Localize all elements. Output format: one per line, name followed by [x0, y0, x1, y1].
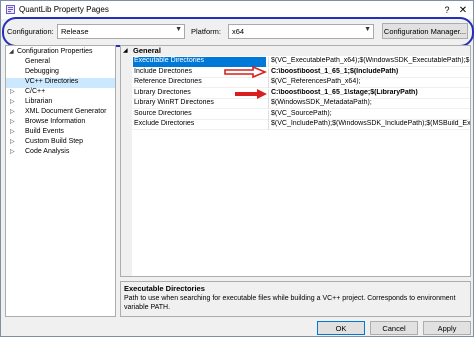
chevron-down-icon: ▼	[364, 26, 371, 33]
property-row[interactable]: Include Directories C:\boost\boost_1_65_1…	[121, 67, 470, 78]
help-icon[interactable]: ?	[439, 1, 455, 19]
configuration-bar: Configuration: Release ▼ Platform: x64 ▼…	[5, 22, 471, 42]
property-value[interactable]: C:\boost\boost_1_65_1;$(IncludePath)	[268, 67, 470, 78]
window-title: QuantLib Property Pages	[19, 5, 109, 14]
description-panel: Executable Directories Path to use when …	[120, 281, 471, 317]
tree-item-build-events[interactable]: ▷ Build Events	[6, 128, 115, 138]
property-name: Include Directories	[134, 67, 192, 75]
tree-item-label: Librarian	[25, 98, 53, 105]
tree-item-label: General	[25, 58, 50, 65]
expand-icon[interactable]: ▷	[10, 98, 15, 105]
tree-item-label: C/C++	[25, 88, 46, 95]
close-icon[interactable]: ✕	[455, 1, 471, 19]
configuration-manager-button[interactable]: Configuration Manager...	[382, 23, 468, 39]
property-value[interactable]: $(VC_SourcePath);	[268, 109, 470, 120]
platform-value: x64	[232, 27, 245, 36]
platform-dropdown[interactable]: x64 ▼	[228, 24, 374, 39]
tree-item-configuration-properties[interactable]: ◢ Configuration Properties	[6, 48, 115, 58]
tree-item-browse-information[interactable]: ▷ Browse Information	[6, 118, 115, 128]
property-row[interactable]: Exclude Directories $(VC_IncludePath);$(W…	[121, 120, 470, 130]
tree-item-label: XML Document Generator	[25, 108, 107, 115]
chevron-down-icon: ▼	[175, 26, 182, 33]
description-text: Path to use when searching for executabl…	[124, 295, 456, 311]
description-title: Executable Directories	[124, 284, 205, 293]
expand-icon[interactable]: ▷	[10, 108, 15, 115]
tree-item-vc-directories[interactable]: VC++ Directories	[6, 78, 115, 88]
property-row[interactable]: Library WinRT Directories $(WindowsSDK_Me…	[121, 99, 470, 109]
collapse-icon[interactable]: ◢	[123, 47, 128, 54]
category-header[interactable]: ◢ General	[121, 46, 470, 56]
property-pages-window: QuantLib Property Pages ? ✕ Configuratio…	[0, 0, 474, 337]
property-row[interactable]: Library Directories C:\boost\boost_1_65_1…	[121, 88, 470, 99]
tree-item-debugging[interactable]: Debugging	[6, 68, 115, 78]
platform-label: Platform:	[191, 27, 222, 36]
property-name: Reference Directories	[134, 78, 202, 85]
tree-item-label: Build Events	[25, 128, 64, 135]
expand-icon[interactable]: ▷	[10, 88, 15, 95]
configuration-label: Configuration:	[7, 27, 54, 36]
dialog-buttons: OK Cancel Apply	[1, 319, 473, 337]
tree-item-librarian[interactable]: ▷ Librarian	[6, 98, 115, 108]
tree-item-code-analysis[interactable]: ▷ Code Analysis	[6, 148, 115, 158]
expand-icon[interactable]: ▷	[10, 128, 15, 135]
tree-item-custom-build-step[interactable]: ▷ Custom Build Step	[6, 138, 115, 148]
tree-item-label: Configuration Properties	[17, 48, 93, 55]
tree-item-label: Custom Build Step	[25, 138, 83, 145]
property-row[interactable]: Executable Directories $(VC_ExecutablePat…	[121, 57, 470, 67]
property-value[interactable]: $(VC_ReferencesPath_x64);	[268, 78, 470, 88]
tree-item-label: Code Analysis	[25, 148, 70, 155]
property-tree: ◢ Configuration Properties General Debuggin…	[5, 45, 116, 317]
property-name: Library WinRT Directories	[134, 99, 214, 106]
property-name: Source Directories	[134, 109, 192, 117]
property-value[interactable]: $(VC_ExecutablePath_x64);$(WindowsSDK_Ex…	[268, 57, 470, 67]
collapse-icon[interactable]: ◢	[9, 48, 14, 55]
tree-item-label: Browse Information	[25, 118, 86, 125]
cancel-button[interactable]: Cancel	[370, 321, 418, 335]
tree-item-label: VC++ Directories	[25, 78, 79, 85]
title-bar: QuantLib Property Pages ? ✕	[1, 1, 473, 19]
expand-icon[interactable]: ▷	[10, 138, 15, 145]
property-value[interactable]: $(WindowsSDK_MetadataPath);	[268, 99, 470, 109]
apply-button[interactable]: Apply	[423, 321, 471, 335]
tree-item-general[interactable]: General	[6, 58, 115, 68]
property-name: Executable Directories	[133, 57, 266, 67]
property-row[interactable]: Source Directories $(VC_SourcePath);	[121, 109, 470, 120]
app-icon	[6, 5, 15, 14]
property-row[interactable]: Reference Directories $(VC_ReferencesPath…	[121, 78, 470, 88]
ok-button[interactable]: OK	[317, 321, 365, 335]
tree-item-label: Debugging	[25, 68, 59, 75]
category-label: General	[133, 46, 161, 55]
configuration-value: Release	[61, 27, 89, 36]
tree-item-c-c[interactable]: ▷ C/C++	[6, 88, 115, 98]
property-value[interactable]: $(VC_IncludePath);$(WindowsSDK_IncludePa…	[268, 120, 470, 130]
expand-icon[interactable]: ▷	[10, 118, 15, 125]
configuration-dropdown[interactable]: Release ▼	[57, 24, 185, 39]
property-name: Exclude Directories	[134, 120, 195, 127]
property-name: Library Directories	[134, 88, 191, 96]
property-value[interactable]: C:\boost\boost_1_65_1\stage;$(LibraryPat…	[268, 88, 470, 99]
property-grid: ◢ General Executable Directories $(VC_Exe…	[120, 45, 471, 277]
expand-icon[interactable]: ▷	[10, 148, 15, 155]
tree-item-xml-document-generator[interactable]: ▷ XML Document Generator	[6, 108, 115, 118]
